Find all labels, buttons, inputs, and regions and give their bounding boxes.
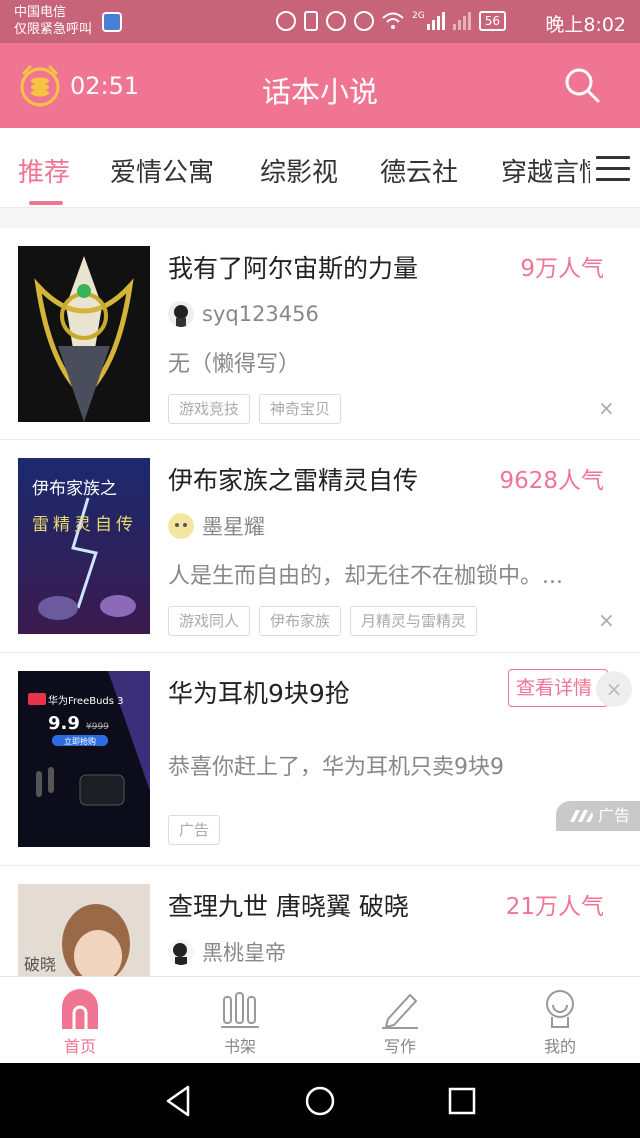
battery-icon: 56: [478, 11, 506, 31]
author-name: syq123456: [202, 302, 319, 326]
close-icon[interactable]: ×: [596, 671, 632, 707]
bookshelf-icon: [221, 992, 259, 1028]
alarm-icon: [326, 11, 346, 31]
ad-logo-icon: [570, 810, 593, 822]
tab-deyunshe[interactable]: 德云社: [380, 152, 458, 189]
vibrate-icon: [304, 11, 318, 31]
status-time: 晚上8:02: [545, 14, 626, 36]
close-icon[interactable]: ×: [598, 396, 615, 420]
book-card[interactable]: 我有了阿尔宙斯的力量 9万人气 syq123456 无（懒得写） 游戏竞技 神奇…: [0, 228, 640, 440]
tag[interactable]: 月精灵与雷精灵: [350, 606, 478, 636]
ad-cover-old-price: ¥999: [86, 722, 109, 732]
cover-title: 伊布家族之: [32, 479, 117, 499]
close-icon[interactable]: ×: [598, 608, 615, 632]
nav-label: 我的: [543, 1037, 576, 1056]
app-header: 02:51 话本小说: [0, 43, 640, 128]
author-row[interactable]: 黑桃皇帝: [168, 938, 286, 966]
tag[interactable]: 伊布家族: [259, 606, 342, 636]
ad-cover-brand: 华为FreeBuds 3: [48, 694, 124, 707]
tag-list: 游戏竞技 神奇宝贝: [168, 394, 342, 424]
author-row[interactable]: syq123456: [168, 300, 319, 328]
menu-icon[interactable]: [596, 156, 630, 182]
book-cover[interactable]: 破晓: [18, 884, 150, 976]
emergency-text: 仅限紧急呼叫: [14, 22, 93, 37]
carrier-info: 中国电信 仅限紧急呼叫: [14, 4, 92, 38]
avatar: [168, 301, 194, 327]
status-bar: 中国电信 仅限紧急呼叫 2G 56 晚上8:02: [0, 0, 640, 43]
system-nav-bar: [0, 1063, 640, 1138]
book-description: 无（懒得写）: [168, 352, 301, 377]
book-title[interactable]: 查理九世 唐晓翼 破晓: [168, 887, 409, 923]
network-type: 2G: [412, 11, 425, 21]
profile-icon: [546, 990, 574, 1028]
ad-title[interactable]: 华为耳机9块9抢: [168, 674, 350, 710]
author-name: 墨星耀: [202, 515, 265, 539]
shield-icon: [102, 12, 122, 32]
nav-label: 首页: [63, 1037, 96, 1056]
book-description: 人是生而自由的，却无往不在枷锁中。...: [168, 564, 563, 589]
bottom-nav: 首页 书架 写作 我的: [0, 976, 640, 1063]
book-cover[interactable]: [18, 246, 150, 422]
ad-badge-label: 广告: [598, 806, 631, 825]
tab-film-tv[interactable]: 综影视: [260, 152, 338, 189]
tag-list: 游戏同人 伊布家族 月精灵与雷精灵: [168, 606, 478, 636]
carrier-name: 中国电信: [14, 5, 67, 20]
nav-profile[interactable]: 我的: [480, 977, 640, 1064]
tag: 广告: [168, 815, 221, 845]
tag-list: 广告: [168, 815, 221, 845]
eye-icon: [354, 11, 374, 31]
home-button-icon[interactable]: [304, 1085, 336, 1117]
home-icon: [62, 989, 98, 1029]
nav-label: 写作: [383, 1037, 416, 1056]
book-title[interactable]: 伊布家族之雷精灵自传: [168, 461, 418, 497]
search-icon[interactable]: [562, 65, 602, 105]
category-tabs: 推荐 爱情公寓 综影视 德云社 穿越言情: [0, 128, 640, 208]
tab-ipartment[interactable]: 爱情公寓: [110, 152, 214, 189]
view-details-button[interactable]: 查看详情: [508, 669, 608, 707]
book-card[interactable]: 破晓 查理九世 唐晓翼 破晓 21万人气 黑桃皇帝: [0, 866, 640, 976]
nfc-icon: [276, 11, 296, 31]
wifi-icon: [382, 12, 404, 29]
ad-card[interactable]: 华为FreeBuds 3 9.9 ¥999 立即抢购 华为耳机9块9抢 查看详情…: [0, 653, 640, 866]
section-gap: [0, 208, 640, 228]
pencil-icon: [382, 993, 418, 1029]
signal-icon: 2G: [412, 12, 445, 30]
author-name: 黑桃皇帝: [202, 941, 286, 965]
signal-icon-2: [452, 12, 471, 30]
book-card[interactable]: 伊布家族之 雷精灵自传 伊布家族之雷精灵自传 9628人气 墨星耀 人是生而自由…: [0, 440, 640, 653]
page-title: 话本小说: [261, 75, 378, 109]
popularity: 9万人气: [520, 256, 604, 282]
ad-description: 恭喜你赶上了，华为耳机只卖9块9: [168, 755, 504, 780]
tag[interactable]: 游戏竞技: [168, 394, 251, 424]
ad-cover[interactable]: 华为FreeBuds 3 9.9 ¥999 立即抢购: [18, 671, 150, 847]
cover-title: 破晓: [24, 955, 56, 974]
cover-subtitle: 雷精灵自传: [32, 515, 137, 535]
avatar: [168, 939, 194, 965]
back-icon[interactable]: [164, 1085, 192, 1117]
popularity: 9628人气: [499, 468, 604, 494]
author-row[interactable]: 墨星耀: [168, 512, 265, 540]
nav-home[interactable]: 首页: [0, 977, 160, 1064]
recents-icon[interactable]: [448, 1085, 476, 1117]
ad-badge: 广告: [556, 801, 640, 831]
avatar: [168, 513, 194, 539]
book-cover[interactable]: 伊布家族之 雷精灵自传: [18, 458, 150, 634]
ad-cover-price: 9.9: [48, 713, 80, 734]
nav-label: 书架: [223, 1037, 256, 1056]
tag[interactable]: 神奇宝贝: [259, 394, 342, 424]
ad-cover-cta: 立即抢购: [64, 736, 96, 746]
tab-recommend[interactable]: 推荐: [18, 152, 70, 189]
book-title[interactable]: 我有了阿尔宙斯的力量: [168, 249, 418, 285]
popularity: 21万人气: [505, 894, 604, 920]
tab-indicator: [29, 201, 63, 205]
tag[interactable]: 游戏同人: [168, 606, 251, 636]
nav-bookshelf[interactable]: 书架: [160, 977, 320, 1064]
nav-write[interactable]: 写作: [320, 977, 480, 1064]
status-icons: 2G 56: [276, 8, 506, 34]
